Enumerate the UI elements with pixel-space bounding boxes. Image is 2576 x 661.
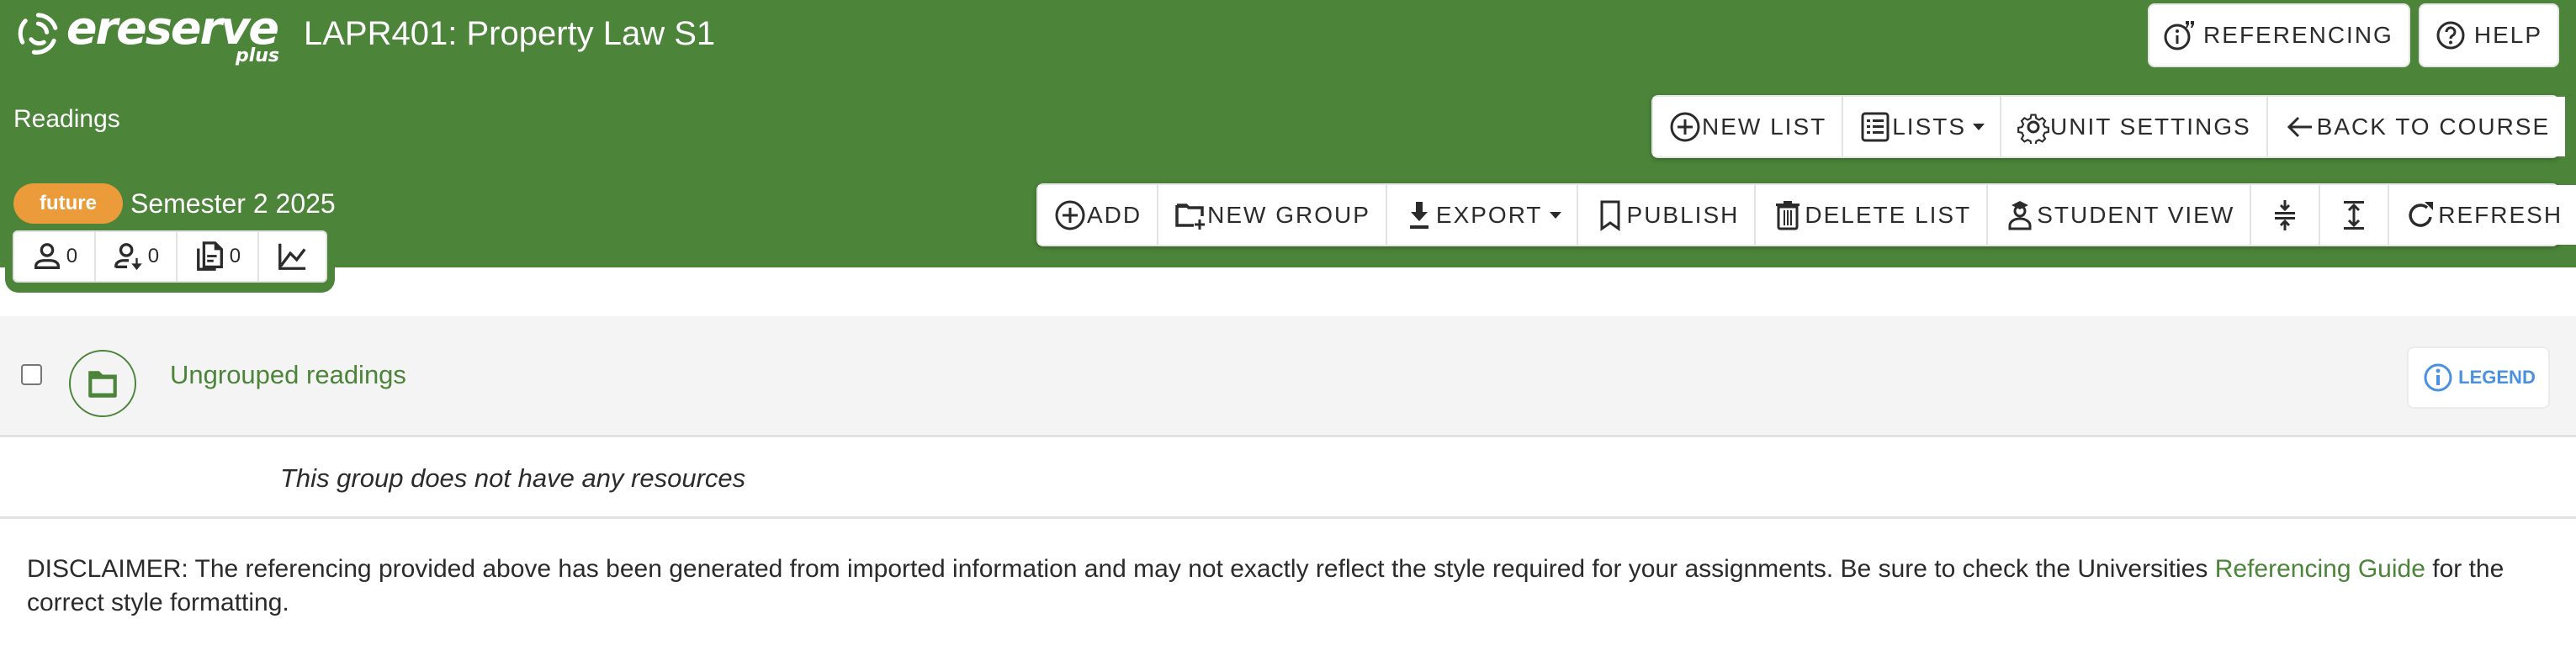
new-list-button[interactable]: NEW LIST — [1653, 97, 1844, 156]
expand-all-button[interactable] — [2320, 185, 2390, 245]
publish-button[interactable]: PUBLISH — [1577, 185, 1757, 245]
group-row: Ungrouped readings LEGEND — [0, 316, 2576, 437]
legend-label: LEGEND — [2458, 367, 2536, 388]
section-title: Readings — [13, 105, 120, 133]
header-bar: ereserve plus LAPR401: Property Law S1 R… — [0, 0, 2576, 267]
unit-settings-label: UNIT SETTINGS — [2050, 113, 2251, 140]
logo-wordmark: ereserve plus — [66, 5, 279, 66]
group-select-checkbox[interactable] — [21, 364, 42, 385]
readings-toolbar: ADD NEW GROUP EXPORT PUBLISH DELETE LIST… — [1036, 183, 2576, 246]
student-view-label: STUDENT VIEW — [2037, 201, 2235, 228]
new-list-label: NEW LIST — [1702, 113, 1827, 140]
analytics-button[interactable] — [259, 232, 326, 281]
referencing-label: REFERENCING — [2203, 22, 2393, 48]
refresh-label: REFRESH — [2438, 201, 2563, 228]
disclaimer: DISCLAIMER: The referencing provided abo… — [27, 553, 2551, 620]
students-imported-stat[interactable]: 0 — [96, 232, 178, 281]
collapse-all-icon — [2275, 199, 2296, 230]
person-download-icon — [114, 243, 142, 271]
referencing-guide-link[interactable]: Referencing Guide — [2215, 555, 2425, 583]
back-to-course-label: BACK TO COURSE — [2316, 113, 2551, 140]
caret-down-icon — [1549, 211, 1561, 219]
publish-label: PUBLISH — [1626, 201, 1740, 228]
empty-group-message: This group does not have any resources — [280, 463, 746, 493]
group-folder-badge — [69, 350, 136, 417]
student-view-button[interactable]: STUDENT VIEW — [1988, 185, 2252, 245]
resources-stat[interactable]: 0 — [178, 232, 259, 281]
gear-icon — [2017, 113, 2049, 144]
lists-dropdown[interactable]: LISTS — [1843, 97, 2002, 156]
new-group-button[interactable]: NEW GROUP — [1158, 185, 1387, 245]
arrow-left-icon — [2287, 116, 2312, 137]
add-label: ADD — [1087, 201, 1142, 228]
group-title[interactable]: Ungrouped readings — [170, 358, 406, 392]
students-imported-count: 0 — [147, 245, 160, 267]
swirl-logo-icon — [18, 13, 58, 55]
export-dropdown[interactable]: EXPORT — [1386, 185, 1578, 245]
top-right-actions: REFERENCING HELP — [2148, 3, 2559, 67]
legend-button[interactable]: LEGEND — [2407, 346, 2550, 409]
disclaimer-text: DISCLAIMER: The referencing provided abo… — [27, 555, 2215, 583]
collapse-all-button[interactable] — [2251, 185, 2321, 245]
students-count: 0 — [66, 245, 78, 267]
student-icon — [2008, 200, 2032, 230]
info-icon — [2424, 363, 2452, 392]
help-icon — [2436, 21, 2465, 50]
list-toolbar: NEW LIST LISTS UNIT SETTINGS BACK TO COU — [1651, 95, 2566, 158]
refresh-button[interactable]: REFRESH — [2389, 185, 2576, 245]
students-stat[interactable]: 0 — [14, 232, 96, 281]
caret-down-icon — [1973, 123, 1985, 130]
logo-suffix: plus — [235, 45, 279, 66]
plus-circle-icon — [1670, 112, 1700, 141]
folder-plus-icon — [1175, 203, 1206, 230]
folder-icon — [88, 371, 117, 398]
download-icon — [1409, 201, 1428, 229]
export-label: EXPORT — [1435, 201, 1543, 228]
referencing-info-icon — [2164, 21, 2195, 50]
delete-list-button[interactable]: DELETE LIST — [1756, 185, 1989, 245]
refresh-icon — [2409, 201, 2434, 227]
status-badge: future — [13, 183, 123, 224]
back-to-course-button[interactable]: BACK TO COURSE — [2267, 97, 2566, 156]
referencing-button[interactable]: REFERENCING — [2148, 3, 2410, 67]
resources-count: 0 — [229, 245, 241, 267]
documents-icon — [196, 241, 223, 271]
new-group-label: NEW GROUP — [1207, 201, 1370, 228]
unit-settings-button[interactable]: UNIT SETTINGS — [2001, 97, 2268, 156]
semester-label: Semester 2 2025 — [130, 188, 336, 219]
line-chart-icon — [278, 243, 306, 270]
list-icon — [1861, 112, 1890, 141]
empty-group-row: This group does not have any resources — [0, 440, 2576, 519]
help-label: HELP — [2473, 22, 2542, 48]
plus-circle-icon — [1055, 200, 1085, 230]
bookmark-icon — [1600, 200, 1620, 231]
person-icon — [34, 243, 60, 269]
help-button[interactable]: HELP — [2418, 3, 2559, 67]
ereserve-logo[interactable]: ereserve plus — [17, 5, 279, 69]
stats-bar: 0 0 0 — [13, 230, 327, 283]
lists-label: LISTS — [1892, 113, 1967, 140]
delete-list-label: DELETE LIST — [1805, 201, 1972, 228]
trash-icon — [1776, 200, 1800, 230]
stats-panel: 0 0 0 — [5, 225, 335, 293]
expand-all-icon — [2344, 200, 2365, 230]
course-title: LAPR401: Property Law S1 — [304, 15, 716, 52]
add-button[interactable]: ADD — [1038, 185, 1159, 245]
